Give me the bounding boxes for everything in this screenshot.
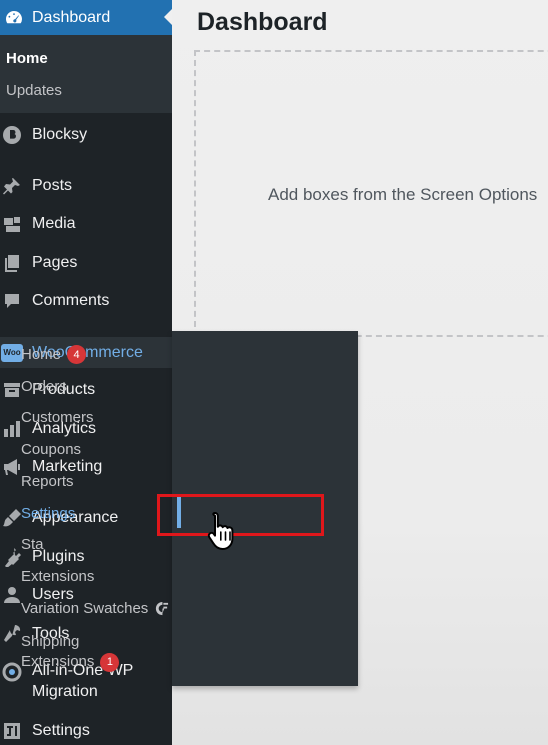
dashboard-submenu — [0, 35, 172, 113]
hand-pointer-icon — [207, 512, 234, 550]
migration-icon — [2, 662, 22, 682]
user-icon — [2, 585, 22, 605]
flyout-item-customers[interactable]: Customers — [21, 409, 94, 426]
settings-icon — [2, 721, 22, 741]
archive-icon — [2, 380, 22, 400]
comment-icon — [2, 291, 22, 311]
flyout-item-settings[interactable]: Settings — [21, 505, 75, 522]
woocommerce-icon: Woo — [1, 343, 23, 362]
flyout-item-home[interactable]: Home 4 — [21, 345, 87, 364]
sidebar-item-posts[interactable]: Posts — [0, 171, 172, 201]
page-title: Dashboard — [197, 8, 328, 36]
flyout-item-variation-swatches[interactable]: Variation Swatches — [21, 600, 169, 617]
paintbrush-icon — [2, 508, 22, 528]
media-icon — [2, 214, 22, 234]
flyout-item-label: Variation Swatches — [21, 600, 149, 617]
wrench-icon — [2, 624, 22, 644]
flyout-item-label: Coupons — [21, 441, 82, 458]
flyout-item-coupons[interactable]: Coupons — [21, 441, 81, 458]
submenu-item-home[interactable]: Home — [6, 50, 48, 67]
plug-icon — [2, 547, 22, 567]
flyout-item-label: Extensions — [21, 568, 95, 585]
pin-icon — [2, 176, 22, 196]
flyout-item-extensions[interactable]: Extensions — [21, 568, 94, 585]
sidebar-item-media[interactable]: Media — [0, 209, 172, 239]
sidebar-item-label: Blocksy — [32, 126, 88, 143]
cf-logo-icon — [154, 601, 169, 616]
sidebar-item-pages[interactable]: Pages — [0, 248, 172, 278]
submenu-item-updates[interactable]: Updates — [6, 82, 62, 99]
blocksy-icon — [2, 125, 22, 145]
flyout-item-reports[interactable]: Reports — [21, 473, 74, 490]
flyout-item-shipping-extensions[interactable]: Shipping Extensions 1 — [21, 632, 120, 672]
sidebar-item-label: Settings — [32, 722, 90, 739]
flyout-item-label: Sta — [21, 536, 44, 553]
flyout-item-label: Home — [21, 346, 62, 363]
flyout-item-label: Customers — [21, 409, 94, 426]
flyout-item-orders[interactable]: Orders — [21, 378, 67, 395]
bar-chart-icon — [2, 419, 22, 439]
sidebar-item-label: Posts — [32, 177, 73, 194]
dropzone-text: Add boxes from the Screen Options — [268, 185, 538, 204]
flyout-item-label: Reports — [21, 473, 74, 490]
sidebar-item-label: Pages — [32, 254, 78, 271]
pages-icon — [2, 253, 22, 273]
sidebar-item-settings[interactable]: Settings — [0, 716, 172, 745]
flyout-item-label-line1: Shipping — [21, 633, 80, 650]
flyout-item-label: Orders — [21, 378, 67, 395]
flyout-item-label: Settings — [21, 505, 76, 522]
sidebar-item-label: Comments — [32, 292, 110, 309]
sidebar-item-label: Media — [32, 215, 76, 232]
sidebar-item-dashboard[interactable]: Dashboard — [0, 0, 172, 35]
sidebar-item-blocksy[interactable]: Blocksy — [0, 120, 172, 150]
notification-badge: 4 — [67, 345, 87, 364]
sidebar-item-dashboard-label: Dashboard — [32, 8, 111, 26]
megaphone-icon — [2, 457, 22, 477]
flyout-item-status[interactable]: Sta — [21, 536, 44, 553]
flyout-item-label-line2: Extensions — [21, 653, 95, 670]
dashboard-icon — [4, 8, 24, 28]
notification-badge: 1 — [100, 652, 120, 672]
sidebar-item-comments[interactable]: Comments — [0, 286, 172, 316]
